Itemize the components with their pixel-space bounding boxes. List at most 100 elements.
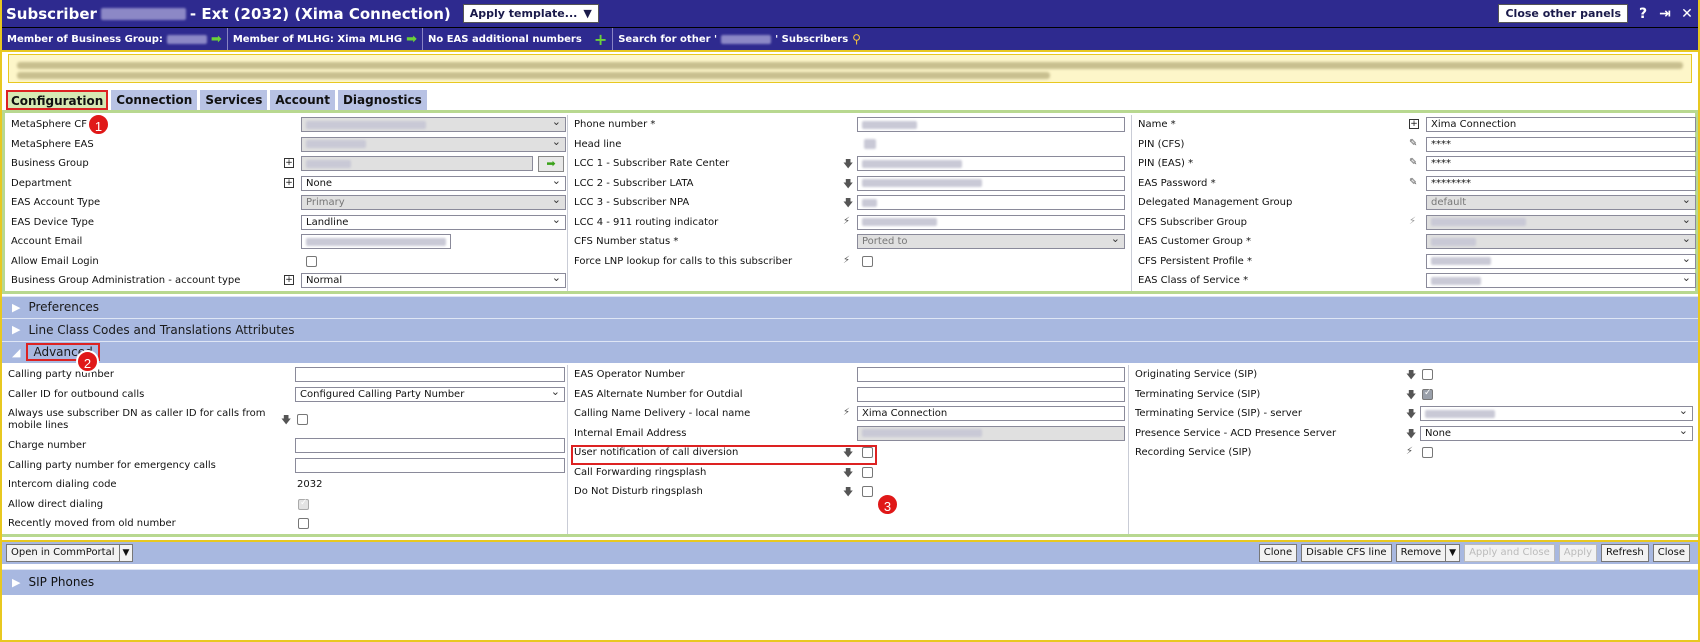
section-preferences[interactable]: ▶ Preferences bbox=[2, 295, 1698, 318]
chevron-down-icon[interactable]: ▼ bbox=[1446, 548, 1459, 558]
info-bar: Member of Business Group: ➡ Member of ML… bbox=[2, 28, 1698, 52]
apply-and-close-button[interactable]: Apply and Close bbox=[1464, 543, 1555, 562]
charge-number-input[interactable] bbox=[295, 438, 565, 453]
originating-service-sip-checkbox[interactable] bbox=[1422, 369, 1433, 380]
edit-pencil-icon[interactable]: ✎ bbox=[1409, 157, 1417, 168]
chevron-down-icon[interactable]: ▼ bbox=[120, 548, 133, 558]
eas-customer-group-select[interactable] bbox=[1426, 234, 1696, 249]
eas-password-input[interactable]: ******** bbox=[1426, 175, 1696, 191]
override-icon[interactable]: ⚡ bbox=[843, 216, 850, 227]
edit-pencil-icon[interactable]: ✎ bbox=[1409, 138, 1417, 149]
eas-device-type-select[interactable]: Landline bbox=[301, 214, 566, 230]
apply-template-button[interactable]: Apply template... ▼ bbox=[462, 4, 599, 23]
expand-triangle-icon: ▶ bbox=[12, 300, 21, 314]
tab-connection[interactable]: Connection bbox=[111, 90, 198, 110]
inherit-arrow-icon: 🡇 bbox=[843, 467, 854, 479]
name-input[interactable]: Xima Connection bbox=[1426, 117, 1696, 132]
force-lnp-lookup-checkbox[interactable] bbox=[862, 255, 873, 267]
tab-services[interactable]: Services bbox=[200, 90, 268, 110]
phone-number-input[interactable] bbox=[857, 117, 1125, 132]
pin-icon[interactable]: ⇥ bbox=[1658, 6, 1672, 22]
presence-service-select[interactable]: None bbox=[1420, 425, 1693, 441]
cfs-number-status-select[interactable]: Ported to bbox=[857, 234, 1125, 249]
department-select[interactable]: None bbox=[301, 175, 566, 191]
dnd-ringsplash-checkbox[interactable] bbox=[862, 486, 873, 497]
metasphere-eas-select[interactable] bbox=[301, 136, 566, 152]
edit-pencil-icon[interactable]: ✎ bbox=[1409, 177, 1417, 188]
annotation-badge-2: 2 bbox=[76, 350, 99, 373]
remove-button[interactable]: Remove ▼ bbox=[1395, 543, 1461, 562]
disable-cfs-line-button[interactable]: Disable CFS line bbox=[1301, 543, 1392, 562]
tab-diagnostics[interactable]: Diagnostics bbox=[337, 90, 427, 110]
eas-class-of-service-select[interactable] bbox=[1426, 273, 1696, 288]
lcc1-input[interactable] bbox=[857, 156, 1125, 171]
tab-configuration[interactable]: Configuration bbox=[6, 90, 109, 110]
redacted-value bbox=[1431, 237, 1476, 246]
terminating-service-server-select[interactable] bbox=[1420, 406, 1693, 421]
member-business-group-link[interactable]: Member of Business Group: ➡ bbox=[2, 28, 228, 50]
lcc4-input[interactable] bbox=[857, 214, 1125, 230]
apply-template-label: Apply template... bbox=[469, 7, 578, 20]
close-other-panels-button[interactable]: Close other panels bbox=[1498, 4, 1628, 23]
config-column-1: MetaSphere CFS MetaSphere EAS Business G… bbox=[5, 115, 568, 291]
metasphere-cfs-select[interactable] bbox=[301, 117, 566, 132]
apply-button[interactable]: Apply bbox=[1558, 543, 1597, 562]
field-label: Always use subscriber DN as caller ID fo… bbox=[8, 408, 266, 431]
allow-email-login-checkbox[interactable] bbox=[306, 255, 317, 267]
pin-eas-input[interactable]: **** bbox=[1426, 156, 1696, 171]
eas-operator-number-input[interactable] bbox=[857, 367, 1125, 382]
close-icon[interactable]: ✕ bbox=[1680, 6, 1694, 22]
go-to-business-group-button[interactable]: ➡ bbox=[538, 156, 564, 172]
override-icon[interactable]: ⚡ bbox=[843, 255, 850, 266]
search-subscribers-link[interactable]: Search for other ' ' Subscribers ⚲ bbox=[613, 28, 866, 50]
expand-icon[interactable]: + bbox=[1409, 119, 1419, 129]
member-mlhg-link[interactable]: Member of MLHG: Xima MLHG ➡ bbox=[228, 28, 423, 50]
calling-party-number-input[interactable] bbox=[295, 367, 565, 382]
cfs-subscriber-group-select[interactable] bbox=[1426, 214, 1696, 230]
expand-icon[interactable]: + bbox=[284, 275, 294, 285]
add-icon[interactable]: + bbox=[594, 30, 607, 49]
redacted-business-group bbox=[166, 34, 207, 44]
title-prefix: Subscriber bbox=[6, 4, 97, 23]
calling-name-delivery-input[interactable]: Xima Connection bbox=[857, 406, 1125, 421]
recording-service-sip-checkbox[interactable] bbox=[1422, 447, 1433, 458]
open-commportal-button[interactable]: Open in CommPortal ▼ bbox=[6, 543, 134, 562]
recently-moved-checkbox[interactable] bbox=[298, 518, 309, 529]
allow-direct-dialing-checkbox[interactable] bbox=[298, 498, 309, 510]
emergency-calling-party-number-input[interactable] bbox=[295, 457, 565, 473]
cfs-persistent-profile-select[interactable] bbox=[1426, 253, 1696, 269]
expand-icon[interactable]: + bbox=[284, 177, 294, 188]
pin-cfs-input[interactable]: **** bbox=[1426, 136, 1696, 152]
inherit-arrow-icon: 🡇 bbox=[1406, 428, 1417, 440]
clone-button[interactable]: Clone bbox=[1258, 543, 1298, 562]
help-icon[interactable]: ? bbox=[1636, 6, 1650, 22]
account-email-input[interactable] bbox=[301, 234, 451, 249]
redacted-value bbox=[864, 139, 876, 150]
caller-id-outbound-select[interactable]: Configured Calling Party Number bbox=[295, 386, 565, 402]
tab-account[interactable]: Account bbox=[270, 90, 335, 110]
no-eas-label: No EAS additional numbers bbox=[428, 33, 582, 45]
lcc2-input[interactable] bbox=[857, 175, 1125, 191]
redacted-value bbox=[306, 120, 426, 129]
inherit-arrow-icon: 🡇 bbox=[843, 159, 854, 170]
inherit-arrow-icon: 🡇 bbox=[1406, 370, 1417, 381]
delegated-management-group-select[interactable]: default bbox=[1426, 195, 1696, 210]
redacted-search-term bbox=[721, 34, 772, 44]
override-icon[interactable]: ⚡ bbox=[1406, 446, 1413, 457]
section-sip-phones[interactable]: ▶ SIP Phones bbox=[2, 568, 1698, 595]
expand-triangle-icon: ▶ bbox=[12, 575, 21, 589]
expand-icon[interactable]: + bbox=[284, 158, 294, 168]
eas-account-type-select[interactable]: Primary bbox=[301, 195, 566, 210]
section-advanced[interactable]: ◢ Advanced bbox=[2, 340, 1698, 363]
section-lcc[interactable]: ▶ Line Class Codes and Translations Attr… bbox=[2, 318, 1698, 341]
refresh-button[interactable]: Refresh bbox=[1600, 543, 1649, 562]
call-forwarding-ringsplash-checkbox[interactable] bbox=[862, 466, 873, 478]
terminating-service-sip-checkbox[interactable] bbox=[1422, 388, 1433, 400]
override-icon[interactable]: ⚡ bbox=[843, 407, 850, 418]
close-button[interactable]: Close bbox=[1652, 543, 1690, 562]
bg-admin-account-type-select[interactable]: Normal bbox=[301, 273, 566, 288]
lcc3-input[interactable] bbox=[857, 195, 1125, 210]
redacted-value bbox=[306, 237, 446, 246]
always-use-subscriber-dn-checkbox[interactable] bbox=[297, 414, 308, 425]
eas-alternate-number-input[interactable] bbox=[857, 386, 1125, 402]
